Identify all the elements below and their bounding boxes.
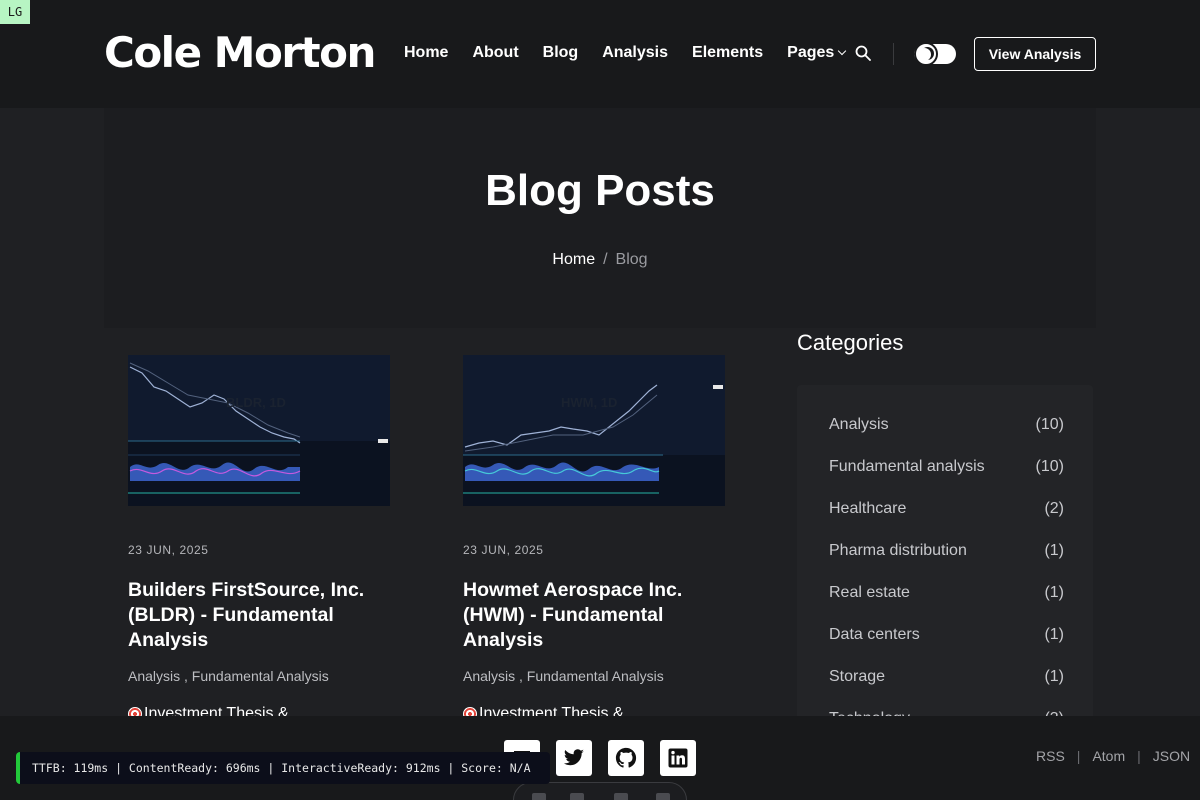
stock-chart-image: [463, 355, 725, 506]
linkedin-icon[interactable]: [660, 740, 696, 776]
thumbnail-label: BLDR, 1D: [226, 395, 286, 410]
main-nav: Home About Blog Analysis Elements Pages: [404, 42, 847, 64]
category-name: Storage: [829, 668, 886, 685]
category-name: Data centers: [829, 626, 920, 643]
atom-link[interactable]: Atom: [1092, 748, 1125, 764]
category-item[interactable]: Data centers (1): [829, 626, 1064, 644]
post-title[interactable]: Howmet Aerospace Inc. (HWM) - Fundamenta…: [463, 578, 725, 653]
rss-link[interactable]: RSS: [1036, 748, 1065, 764]
search-icon[interactable]: [855, 45, 871, 61]
post-date: 23 JUN, 2025: [128, 543, 209, 557]
twitter-icon[interactable]: [556, 740, 592, 776]
link-separator: |: [1076, 748, 1081, 764]
category-name: Analysis: [829, 416, 889, 433]
category-name: Real estate: [829, 584, 910, 601]
category-name: Fundamental analysis: [829, 458, 985, 475]
theme-toggle[interactable]: [914, 42, 956, 66]
toolbar-tool-icon[interactable]: [656, 793, 670, 800]
post-thumbnail[interactable]: BLDR, 1D: [128, 355, 390, 506]
categories-heading: Categories: [797, 330, 904, 355]
post-categories[interactable]: Analysis , Fundamental Analysis: [463, 668, 725, 684]
category-item[interactable]: Healthcare (2): [829, 500, 1064, 518]
category-item[interactable]: Real estate (1): [829, 584, 1064, 602]
category-item[interactable]: Analysis (10): [829, 416, 1064, 434]
breakpoint-badge: LG: [0, 0, 30, 24]
category-name: Healthcare: [829, 500, 907, 517]
breadcrumb-separator: /: [603, 251, 608, 268]
toggle-knob: [914, 42, 938, 66]
thumbnail-label: HWM, 1D: [561, 395, 618, 410]
page-title: Blog Posts: [485, 166, 715, 215]
nav-about[interactable]: About: [472, 42, 518, 64]
header-divider: [893, 43, 894, 65]
site-header: Cole Morton Home About Blog Analysis Ele…: [0, 0, 1200, 108]
toolbar-tool-icon[interactable]: [532, 793, 546, 800]
view-analysis-button[interactable]: View Analysis: [974, 37, 1096, 71]
category-name: Pharma distribution: [829, 542, 967, 559]
nav-pages[interactable]: Pages: [787, 42, 847, 64]
post-card: BLDR, 1D 23 JUN, 2025 Builders FirstSour…: [128, 355, 390, 723]
category-count: (1): [1044, 542, 1064, 559]
post-card: HWM, 1D 23 JUN, 2025 Howmet Aerospace In…: [463, 355, 725, 723]
categories-list: Analysis (10) Fundamental analysis (10) He…: [797, 385, 1093, 727]
feed-links: RSS | Atom | JSON: [1036, 748, 1190, 764]
json-link[interactable]: JSON: [1153, 748, 1190, 764]
category-item[interactable]: Storage (1): [829, 668, 1064, 686]
chevron-down-icon: [838, 46, 847, 56]
post-date: 23 JUN, 2025: [463, 543, 544, 557]
nav-blog[interactable]: Blog: [543, 42, 579, 64]
post-title[interactable]: Builders FirstSource, Inc. (BLDR) - Fund…: [128, 578, 390, 653]
category-count: (2): [1044, 500, 1064, 517]
github-icon[interactable]: [608, 740, 644, 776]
category-count: (10): [1035, 458, 1064, 475]
category-item[interactable]: Fundamental analysis (10): [829, 458, 1064, 476]
breadcrumb-home[interactable]: Home: [552, 251, 595, 268]
nav-analysis[interactable]: Analysis: [602, 42, 668, 64]
category-count: (1): [1044, 668, 1064, 685]
nav-home[interactable]: Home: [404, 42, 448, 64]
performance-metrics-bar: TTFB: 119ms | ContentReady: 696ms | Inte…: [16, 752, 550, 784]
post-thumbnail[interactable]: HWM, 1D: [463, 355, 725, 506]
toolbar-tool-icon[interactable]: [614, 793, 628, 800]
nav-pages-label: Pages: [787, 44, 835, 61]
site-logo[interactable]: Cole Morton: [104, 28, 376, 78]
stock-chart-image: [128, 355, 390, 506]
category-count: (1): [1044, 626, 1064, 643]
devtools-toolbar[interactable]: [513, 782, 687, 800]
category-count: (1): [1044, 584, 1064, 601]
breadcrumb: Home / Blog: [104, 251, 1096, 269]
category-count: (10): [1035, 416, 1064, 433]
category-item[interactable]: Pharma distribution (1): [829, 542, 1064, 560]
post-categories[interactable]: Analysis , Fundamental Analysis: [128, 668, 390, 684]
toolbar-tool-icon[interactable]: [570, 793, 584, 800]
nav-elements[interactable]: Elements: [692, 42, 763, 64]
moon-icon: [921, 47, 934, 60]
link-separator: |: [1137, 748, 1141, 764]
page-hero: Blog Posts Home / Blog: [104, 108, 1096, 328]
breadcrumb-current: Blog: [615, 251, 648, 268]
